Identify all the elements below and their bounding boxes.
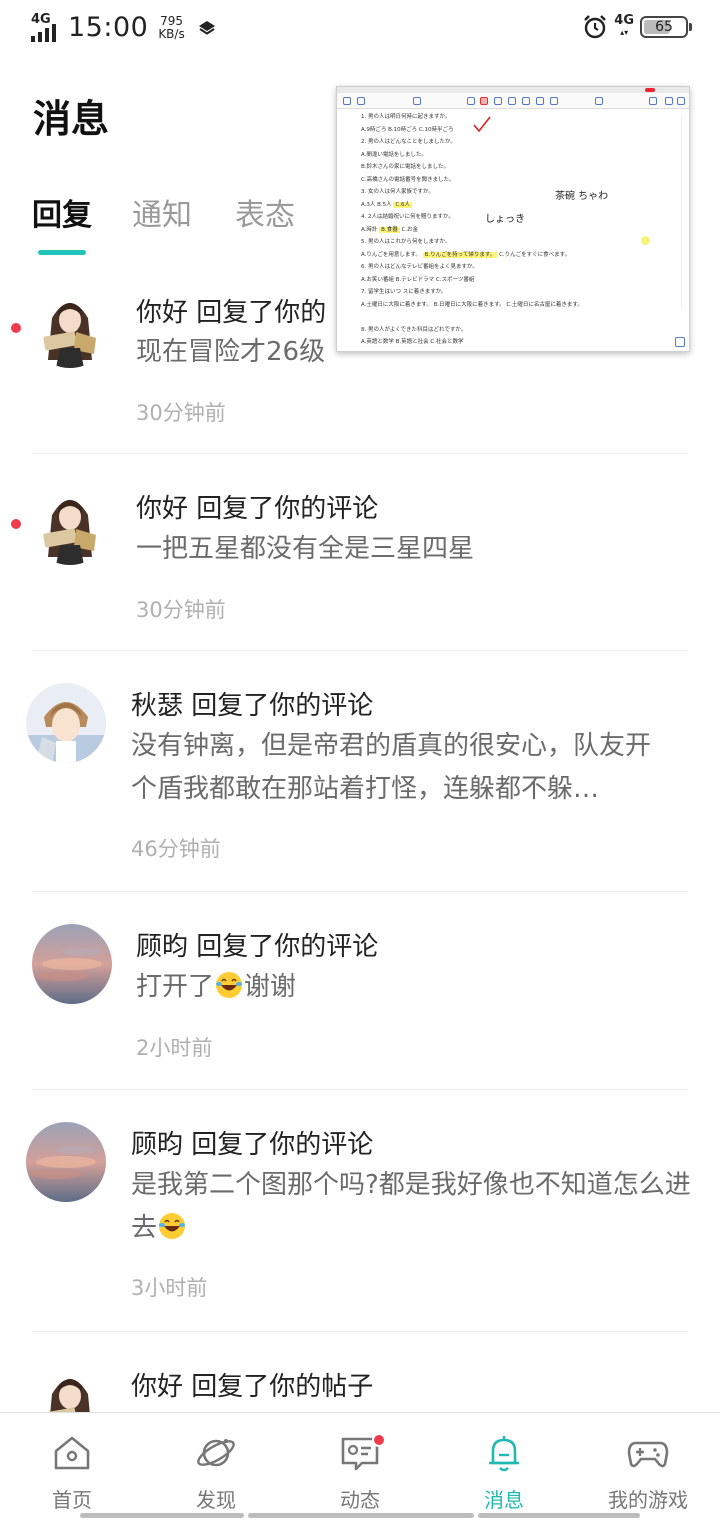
list-item[interactable]: 顾昀 回复了你的评论 打开了 谢谢 2小时前 (0, 892, 720, 1090)
sunset-sky-avatar-image (32, 924, 112, 1004)
speed-unit: KB/s (158, 26, 185, 41)
thumbnail-line: 3. 女の人は何人家族ですか。 (361, 189, 434, 195)
home-indicator (80, 1513, 244, 1518)
message-title: 顾昀 回复了你的评论 (131, 1130, 374, 1160)
nav-label: 发现 (196, 1488, 236, 1512)
nav-label: 我的游戏 (608, 1488, 688, 1512)
nav-activity[interactable]: 动态 (288, 1413, 432, 1513)
thumbnail-line: A.間違い電話をしました。 (361, 151, 427, 158)
gamepad-icon (627, 1441, 669, 1468)
network-speed: 795 KB/s (158, 13, 185, 41)
message-body: 打开了 谢谢 (136, 972, 297, 1002)
bell-icon (489, 1436, 519, 1472)
active-tab-indicator (38, 250, 86, 255)
avatar[interactable] (26, 683, 106, 763)
thumbnail-toolbar (337, 93, 689, 109)
thumbnail-note-2: しょっき (485, 214, 525, 225)
message-body: 是我第二个图那个吗?都是我好像也不知道怎么进去 (131, 1170, 691, 1243)
nav-messages[interactable]: 消息 (432, 1413, 576, 1513)
anime-boy-avatar-image (26, 683, 106, 763)
message-title: 你好 回复了你的 (136, 298, 327, 328)
nav-label: 首页 (52, 1488, 92, 1512)
list-item[interactable]: 顾昀 回复了你的评论 是我第二个图那个吗?都是我好像也不知道怎么进去 3小时前 (0, 1090, 720, 1332)
bottom-nav: 首页 发现 动态 消息 我的游戏 (0, 1412, 720, 1520)
tab-reply[interactable]: 回复 (32, 190, 92, 234)
laughing-tears-emoji-icon (216, 972, 243, 998)
message-time: 2小时前 (136, 1036, 213, 1060)
message-time: 30分钟前 (136, 401, 226, 425)
tab-notice[interactable]: 通知 (132, 190, 192, 234)
network-4g-icon: 4G ▴▾ (614, 13, 634, 37)
list-item[interactable]: 你好 回复了你的评论 一把五星都没有全是三星四星 30分钟前 (0, 454, 720, 650)
message-title: 你好 回复了你的帖子 (131, 1372, 374, 1402)
sunset-sky-avatar-image (26, 1122, 106, 1202)
unread-dot (11, 519, 21, 529)
red-check-mark (473, 116, 491, 133)
message-title: 秋瑟 回复了你的评论 (131, 691, 374, 721)
thumbnail-line: A.9時ごろ B.10時ごろ C.10時半ごろ (361, 126, 454, 133)
avatar[interactable] (32, 924, 112, 1004)
message-body: 一把五星都没有全是三星四星 (136, 534, 475, 564)
message-title: 你好 回复了你的评论 (136, 494, 379, 524)
list-item[interactable]: 你好 回复了你的 现在冒险才26级 30分钟前 (0, 258, 720, 454)
message-body: 没有钟离，但是帝君的盾真的很安心，队友开个盾我都敢在那站着打怪，连躲都不躲… (131, 731, 652, 804)
anime-girl-avatar-image (30, 288, 110, 368)
thumbnail-note-1: 茶碗 ちゃわ (555, 191, 609, 202)
nav-label: 消息 (484, 1488, 524, 1512)
home-icon (54, 1436, 90, 1470)
alarm-icon (584, 15, 607, 39)
thumbnail-line: B.鈴木さんの家に電話をしました。 (361, 164, 450, 170)
home-indicator (478, 1513, 640, 1518)
unread-dot (11, 323, 21, 333)
signal-icon: 4G (30, 12, 60, 42)
anime-girl-avatar-image (30, 485, 110, 565)
tab-reaction[interactable]: 表态 (235, 190, 295, 234)
thumbnail-line: 1. 男の人は明日何時に起きますか。 (361, 114, 451, 120)
nav-label: 动态 (340, 1488, 380, 1512)
thumbnail-line: A.時計 B.食器 C.お金 (361, 226, 419, 233)
speed-value: 795 (160, 13, 183, 28)
avatar[interactable] (30, 485, 110, 565)
thumbnail-line: 5. 男の人はこれから何をしますか。 (361, 239, 451, 245)
home-indicator (248, 1513, 474, 1518)
message-title: 顾昀 回复了你的评论 (136, 932, 379, 962)
avatar[interactable] (26, 1122, 106, 1202)
nav-home[interactable]: 首页 (0, 1413, 144, 1513)
nav-my-games[interactable]: 我的游戏 (576, 1413, 720, 1513)
clock: 15:00 (68, 12, 149, 43)
message-body: 现在冒险才26级 (136, 337, 326, 367)
message-time: 46分钟前 (131, 837, 221, 861)
laughing-tears-emoji-icon (159, 1213, 186, 1239)
battery-level: 65 (655, 19, 673, 35)
notification-badge (372, 1433, 386, 1447)
status-bar: 4G 15:00 795 KB/s 4G ▴▾ 65 (0, 0, 720, 58)
battery-icon: 65 (640, 16, 692, 38)
thumbnail-line: 2. 男の人はどんなことをしましたか。 (361, 139, 456, 145)
list-item[interactable]: 秋瑟 回复了你的评论 没有钟离，但是帝君的盾真的很安心，队友开个盾我都敢在那站着… (0, 651, 720, 891)
message-time: 3小时前 (131, 1276, 208, 1300)
list-item[interactable]: 你好 回复了你的帖子 (0, 1332, 720, 1444)
thumbnail-line: C.高橋さんの電話番号を聞きました。 (361, 176, 455, 183)
planet-icon (197, 1439, 235, 1467)
layers-icon (198, 20, 215, 35)
message-time: 30分钟前 (136, 598, 226, 622)
page-title: 消息 (33, 97, 110, 141)
nav-discover[interactable]: 发现 (144, 1413, 288, 1513)
highlight-dot (641, 236, 650, 245)
avatar[interactable] (30, 288, 110, 368)
